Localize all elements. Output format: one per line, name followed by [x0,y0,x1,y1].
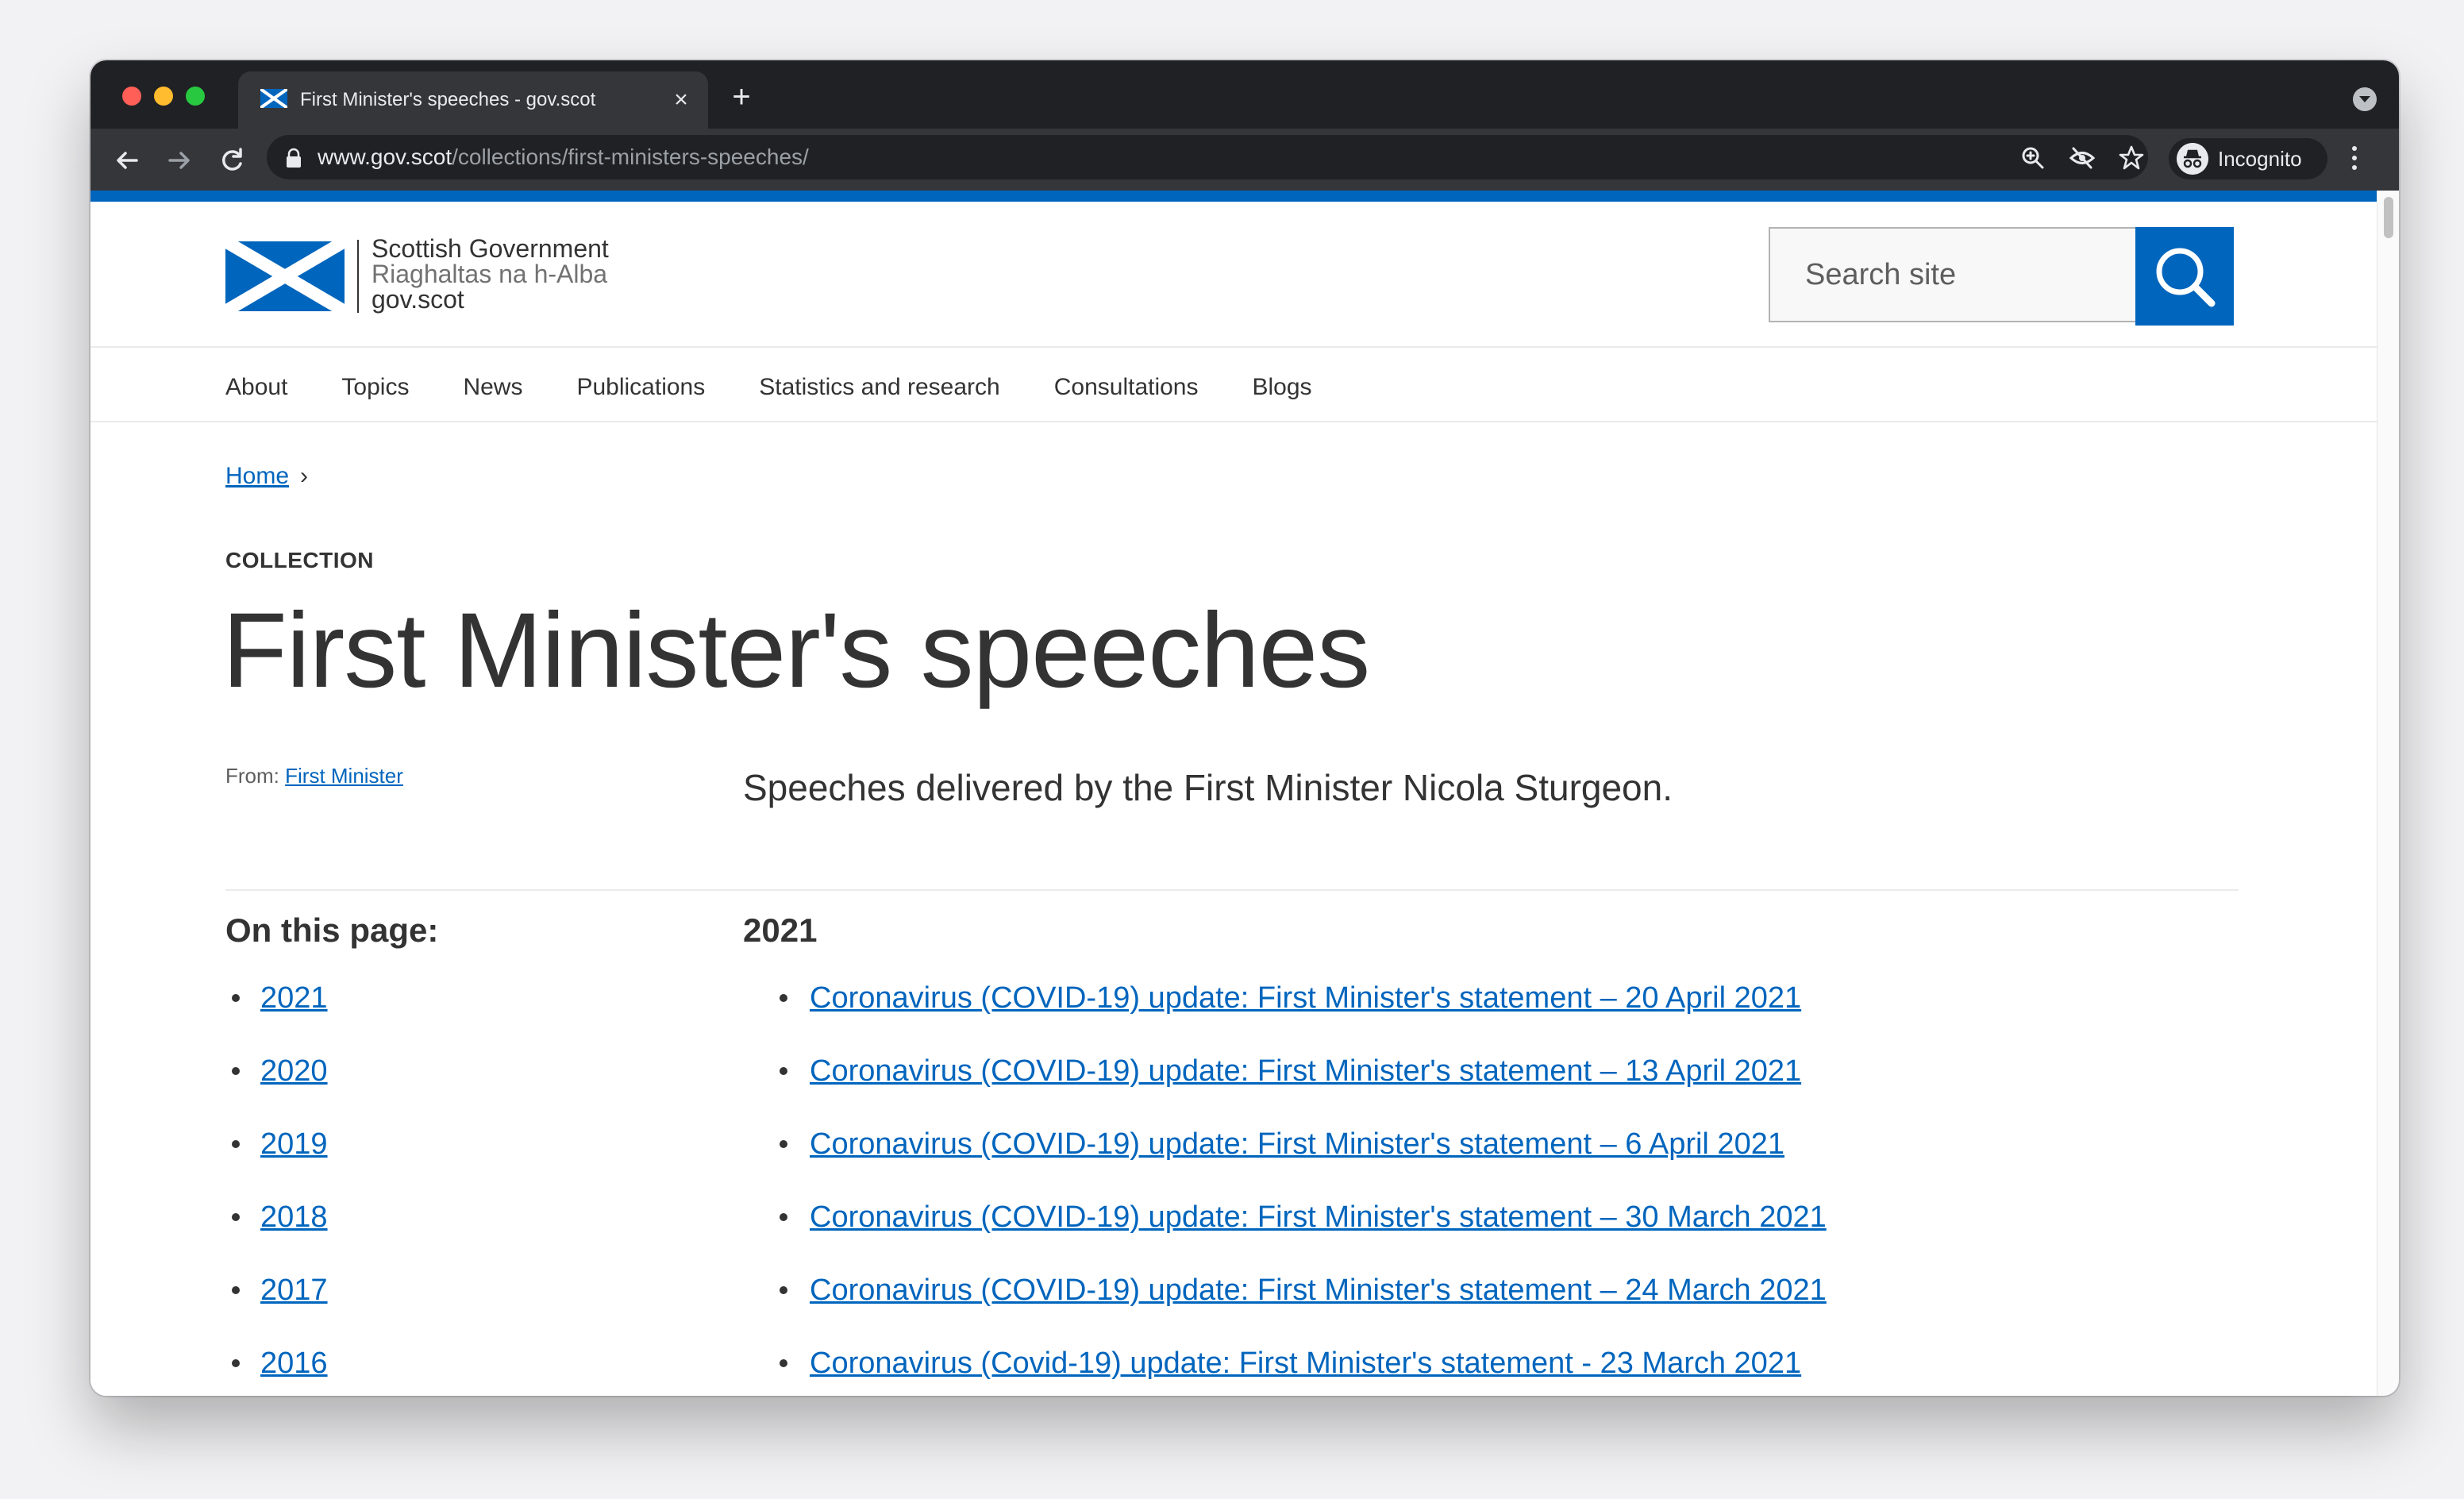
search-icon [2156,248,2216,307]
speech-link[interactable]: Coronavirus (COVID-19) update: First Min… [810,981,1801,1015]
browser-toolbar: www.gov.scot/collections/first-ministers… [90,129,2399,191]
speech-link[interactable]: Coronavirus (COVID-19) update: First Min… [810,1274,1827,1307]
url-text: www.gov.scot/collections/first-ministers… [318,142,809,172]
nav-item-statistics[interactable]: Statistics and research [759,372,999,403]
list-item: Coronavirus (COVID-19) update: First Min… [773,1272,1827,1345]
page-type-label: COLLECTION [225,548,374,572]
tab-search-icon[interactable] [2353,87,2377,111]
list-item: Coronavirus (COVID-19) update: First Min… [773,1199,1827,1272]
speech-link[interactable]: Coronavirus (COVID-19) update: First Min… [810,1127,1784,1161]
saltire-favicon-icon [260,89,287,108]
main-navigation: About Topics News Publications Statistic… [225,372,1366,403]
nav-item-publications[interactable]: Publications [576,372,705,403]
url-path: /collections/first-ministers-speeches/ [452,145,809,169]
close-window-button[interactable] [122,87,141,106]
logo-text-gaelic: Riaghaltas na h-Alba [372,260,608,288]
new-tab-icon[interactable]: + [726,81,757,113]
chevron-right-icon: › [300,463,309,489]
bookmark-star-icon[interactable] [2118,145,2145,171]
breadcrumb-home-link[interactable]: Home [225,463,289,490]
toc-link-2017[interactable]: 2017 [260,1274,328,1307]
toc-link-2019[interactable]: 2019 [260,1127,328,1161]
close-tab-icon[interactable]: × [667,86,695,114]
logo-divider [357,240,359,313]
forward-arrow-icon[interactable] [164,145,195,176]
toc-link-2021[interactable]: 2021 [260,981,328,1015]
toc-link-2020[interactable]: 2020 [260,1054,328,1088]
list-item: 2019 [225,1126,328,1199]
saltire-logo-icon [225,241,345,311]
from-label: From: [225,764,279,788]
lock-icon[interactable] [284,148,303,168]
from-link[interactable]: First Minister [285,764,403,788]
back-arrow-icon[interactable] [111,145,143,176]
minimize-window-button[interactable] [154,87,173,106]
reload-icon[interactable] [216,145,248,176]
page-summary: Speeches delivered by the First Minister… [743,767,1673,808]
search-button[interactable] [2135,227,2234,326]
page-content: Scottish Government Riaghaltas na h-Alba… [90,191,2377,1396]
incognito-icon [2177,143,2208,175]
speech-link[interactable]: Coronavirus (COVID-19) update: First Min… [810,1054,1801,1088]
speech-list: Coronavirus (COVID-19) update: First Min… [773,980,1827,1396]
browser-window: First Minister's speeches - gov.scot × +… [90,60,2399,1396]
list-item: Coronavirus (COVID-19) update: First Min… [773,1126,1827,1199]
nav-item-blogs[interactable]: Blogs [1253,372,1312,403]
nav-item-news[interactable]: News [463,372,522,403]
page-title: First Minister's speeches [222,592,1370,710]
zoom-icon[interactable] [2019,145,2046,171]
maximize-window-button[interactable] [186,87,205,106]
header-divider [90,346,2377,348]
incognito-label: Incognito [2218,147,2302,171]
list-item: Coronavirus (COVID-19) update: First Min… [773,1053,1827,1126]
from-metadata: From: First Minister [225,764,403,788]
scrollbar-thumb[interactable] [2384,197,2393,238]
toc-heading: On this page: [225,911,439,949]
list-item: 2016 [225,1345,328,1396]
toc-link-2016[interactable]: 2016 [260,1347,328,1380]
nav-divider [90,421,2377,422]
speech-link[interactable]: Coronavirus (Covid-19) update: First Min… [810,1347,1801,1380]
search-input[interactable] [1769,227,2135,322]
toc-list: 2021 2020 2019 2018 2017 2016 [225,980,328,1396]
incognito-profile-button[interactable]: Incognito [2169,138,2327,179]
site-search [1769,227,2239,326]
nav-item-topics[interactable]: Topics [341,372,409,403]
address-bar[interactable]: www.gov.scot/collections/first-ministers… [267,135,2148,179]
browser-tab[interactable]: First Minister's speeches - gov.scot × [238,71,708,129]
list-item: 2017 [225,1272,328,1345]
list-item: 2021 [225,980,328,1053]
header-stripe [90,191,2377,202]
menu-icon[interactable] [2350,146,2359,175]
tab-title: First Minister's speeches - gov.scot [300,87,649,114]
logo-text-english: Scottish Government [372,234,609,263]
speech-link[interactable]: Coronavirus (COVID-19) update: First Min… [810,1200,1827,1234]
page-scrollbar[interactable] [2377,191,2399,1396]
list-item: 2018 [225,1199,328,1272]
list-item: Coronavirus (Covid-19) update: First Min… [773,1345,1827,1396]
section-divider [225,889,2239,891]
tracking-protection-icon[interactable] [2069,145,2096,171]
year-heading: 2021 [743,911,818,949]
toc-link-2018[interactable]: 2018 [260,1200,328,1234]
nav-item-consultations[interactable]: Consultations [1054,372,1199,403]
nav-item-about[interactable]: About [225,372,287,403]
breadcrumb: Home › [225,460,308,492]
logo-text-domain: gov.scot [372,285,464,314]
site-logo[interactable]: Scottish Government Riaghaltas na h-Alba… [225,235,670,322]
list-item: Coronavirus (COVID-19) update: First Min… [773,980,1827,1053]
tab-bar: First Minister's speeches - gov.scot × + [90,60,2399,129]
url-host: www.gov.scot [318,145,452,169]
list-item: 2020 [225,1053,328,1126]
